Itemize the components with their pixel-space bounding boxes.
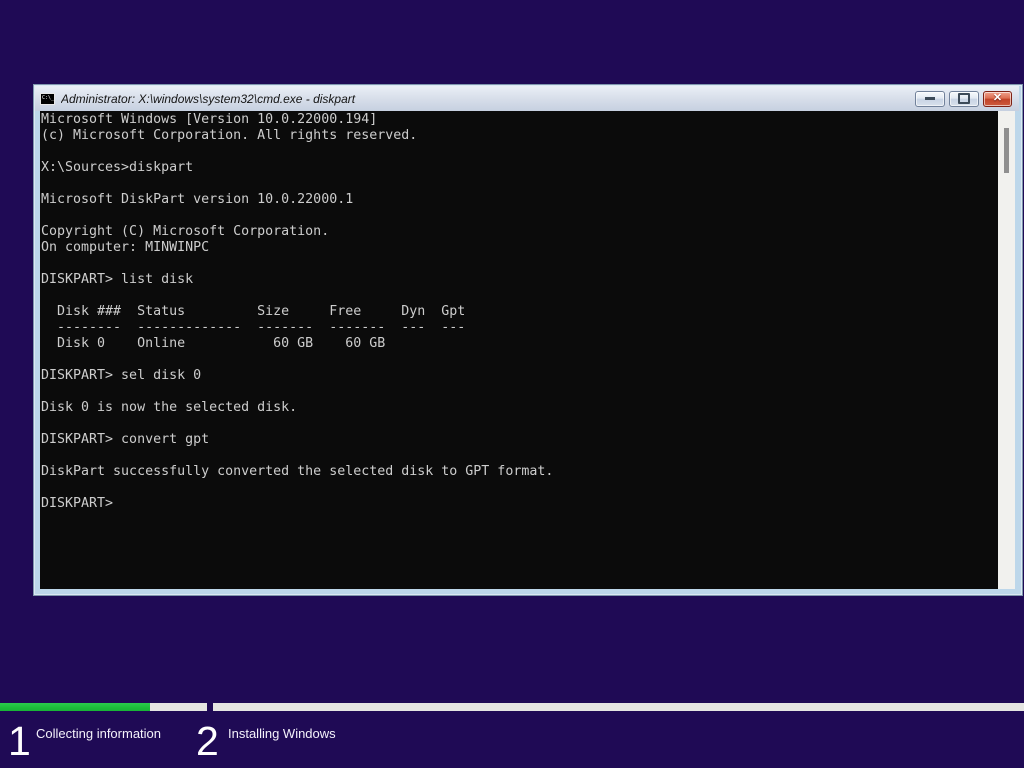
title-bar[interactable]: C:\_ Administrator: X:\windows\system32\… — [35, 86, 1019, 111]
step2-number: 2 — [196, 718, 219, 764]
cmd-window: C:\_ Administrator: X:\windows\system32\… — [33, 84, 1023, 596]
console-output[interactable]: Microsoft Windows [Version 10.0.22000.19… — [40, 111, 998, 589]
maximize-button[interactable] — [949, 90, 979, 107]
windows-setup-background: { "window": { "title": "Administrator: X… — [0, 0, 1024, 768]
window-title: Administrator: X:\windows\system32\cmd.e… — [61, 91, 356, 106]
cmd-icon: C:\_ — [40, 92, 55, 105]
close-icon: ✕ — [992, 92, 1003, 104]
progress-track-step2 — [213, 703, 1024, 711]
scrollbar-thumb[interactable] — [1004, 128, 1009, 173]
window-controls: ✕ — [915, 90, 1012, 107]
minimize-button[interactable] — [915, 90, 945, 107]
minimize-icon — [925, 97, 935, 100]
scrollbar[interactable] — [998, 111, 1015, 589]
step1-label: Collecting information — [36, 726, 162, 741]
step2-label: Installing Windows — [228, 726, 336, 741]
progress-track-step1 — [0, 703, 207, 711]
maximize-icon — [958, 93, 970, 104]
close-button[interactable]: ✕ — [983, 90, 1012, 107]
progress-fill — [0, 703, 151, 711]
step1-number: 1 — [8, 718, 31, 764]
